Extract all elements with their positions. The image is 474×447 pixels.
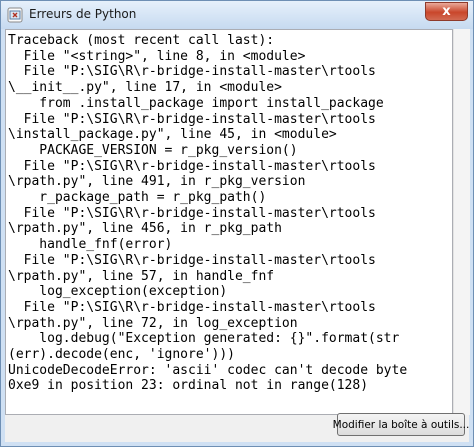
close-icon: x [442, 4, 451, 19]
window-title: Erreurs de Python [29, 7, 137, 21]
python-errors-window: Erreurs de Python x Traceback (most rece… [0, 0, 474, 447]
close-button[interactable]: x [425, 2, 468, 21]
traceback-line: File "P:\SIG\R\r-bridge-install-master\r… [8, 111, 376, 127]
traceback-line: \rpath.py", line 57, in handle_fnf [8, 268, 275, 284]
traceback-line: \__init__.py", line 17, in <module> [8, 80, 282, 96]
traceback-line: File "P:\SIG\R\r-bridge-install-master\r… [8, 64, 376, 80]
python-app-icon [7, 7, 23, 23]
traceback-line: File "P:\SIG\R\r-bridge-install-master\r… [8, 299, 376, 315]
traceback-line: (err).decode(enc, 'ignore'))) [8, 347, 235, 363]
traceback-line: File "P:\SIG\R\r-bridge-install-master\r… [8, 252, 376, 268]
traceback-line: handle_fnf(error) [8, 237, 173, 253]
traceback-line: UnicodeDecodeError: 'ascii' codec can't … [8, 362, 408, 378]
vertical-scrollbar[interactable] [453, 29, 470, 415]
traceback-line: \rpath.py", line 72, in log_exception [8, 315, 298, 331]
traceback-line: log_exception(exception) [8, 284, 228, 300]
dialog-body: Traceback (most recent call last): File … [5, 29, 470, 442]
traceback-line: from .install_package import install_pac… [8, 95, 384, 111]
traceback-line: log.debug("Exception generated: {}".form… [8, 331, 400, 347]
traceback-line: File "P:\SIG\R\r-bridge-install-master\r… [8, 205, 376, 221]
traceback-line: File "P:\SIG\R\r-bridge-install-master\r… [8, 158, 376, 174]
traceback-line: Traceback (most recent call last): [8, 33, 275, 48]
traceback-line: File "<string>", line 8, in <module> [8, 48, 306, 64]
traceback-line: \rpath.py", line 456, in r_pkg_path [8, 221, 282, 237]
edit-toolbox-button[interactable]: Modifier la boîte à outils... [333, 413, 469, 436]
traceback-line: 0xe9 in position 23: ordinal not in rang… [8, 378, 369, 394]
traceback-text-area[interactable]: Traceback (most recent call last): File … [5, 29, 453, 415]
traceback-text: Traceback (most recent call last): File … [6, 30, 452, 394]
title-bar[interactable]: Erreurs de Python x [1, 1, 473, 29]
traceback-line: \install_package.py", line 45, in <modul… [8, 127, 337, 143]
traceback-line: \rpath.py", line 491, in r_pkg_version [8, 174, 306, 190]
traceback-line: PACKAGE_VERSION = r_pkg_version() [8, 142, 298, 158]
traceback-line: r_package_path = r_pkg_path() [8, 190, 267, 206]
